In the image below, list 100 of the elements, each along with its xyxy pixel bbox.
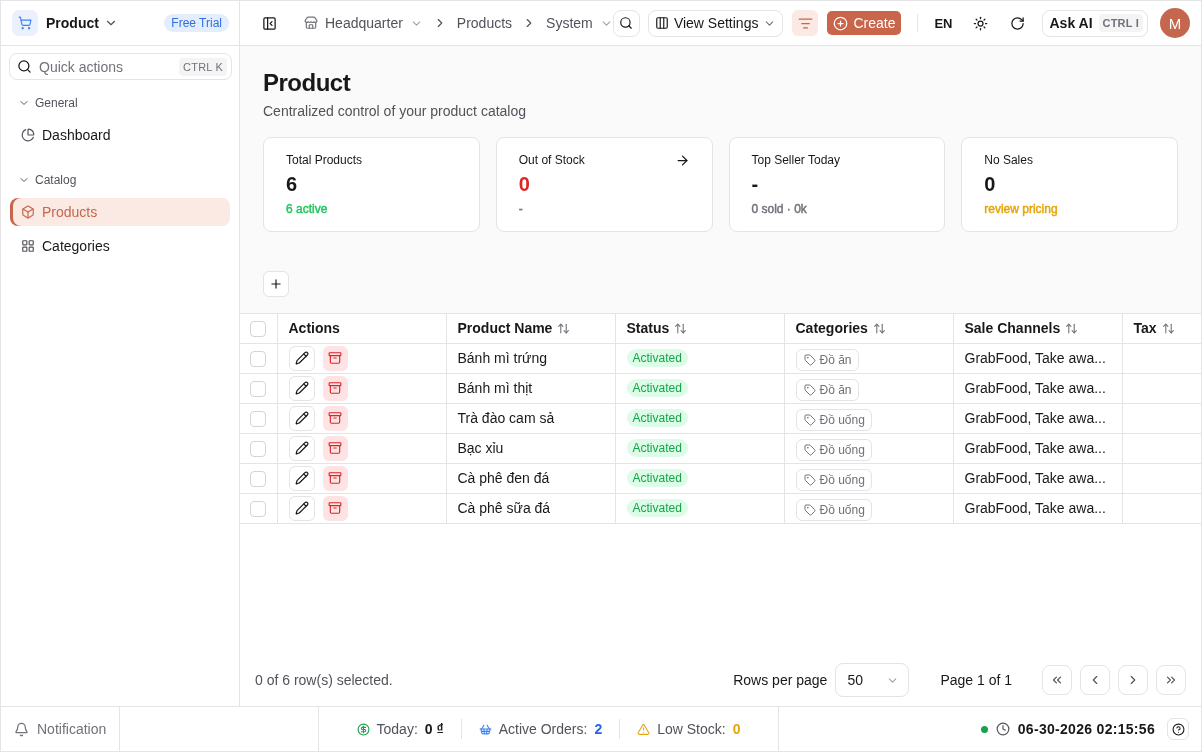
archive-button[interactable] — [322, 405, 348, 431]
stat-label: Out of Stock — [518, 152, 585, 168]
column-header[interactable]: Categories — [795, 320, 886, 337]
table-cell: Bạc xỉu — [446, 433, 615, 463]
status-value: 0 — [732, 721, 741, 737]
bell-icon — [14, 721, 29, 737]
page-info: Page 1 of 1 — [940, 672, 1012, 688]
archive-button[interactable] — [322, 375, 348, 401]
help-button[interactable] — [1167, 718, 1189, 740]
create-button[interactable]: Create — [827, 11, 902, 35]
rows-per-page-select[interactable]: 50 — [835, 663, 910, 697]
stat-note: 6 active — [286, 201, 328, 217]
shortcut-key: CTRL K — [179, 58, 227, 76]
table-cell: GrabFood, Take awa... — [953, 403, 1122, 433]
sun-icon — [973, 15, 988, 31]
column-header[interactable]: Product Name — [457, 320, 571, 337]
rows-per-page-label: Rows per page — [733, 672, 828, 688]
edit-button[interactable] — [288, 465, 315, 491]
select-all-checkbox[interactable] — [250, 321, 267, 337]
row-checkbox[interactable] — [250, 410, 267, 427]
breadcrumb-dropdown[interactable]: Headquarter — [304, 15, 423, 31]
edit-button[interactable] — [288, 345, 315, 371]
status-label: Low Stock: — [657, 721, 726, 737]
status-value: 0 ₫ — [424, 721, 444, 737]
category-label: Đồ uống — [819, 472, 865, 487]
stat-note: review pricing — [984, 201, 1058, 217]
archive-button[interactable] — [322, 345, 348, 371]
search-icon — [619, 16, 634, 30]
category-label: Đồ uống — [819, 412, 865, 427]
pencil-icon — [294, 441, 309, 455]
edit-button[interactable] — [288, 435, 315, 461]
archive-button[interactable] — [322, 435, 348, 461]
filter-button[interactable] — [792, 10, 819, 36]
category-label: Đồ ăn — [819, 352, 852, 367]
breadcrumb-link[interactable]: Products — [456, 15, 513, 31]
pie-chart-icon — [21, 128, 35, 142]
sidebar-toggle-icon — [261, 15, 277, 31]
section-header[interactable]: Catalog — [10, 168, 230, 192]
avatar[interactable]: M — [1160, 8, 1190, 38]
row-checkbox[interactable] — [250, 440, 267, 457]
shortcut-key: CTRL I — [1098, 14, 1143, 32]
view-settings-button[interactable]: View Settings — [647, 9, 784, 37]
table-cell: GrabFood, Take awa... — [953, 463, 1122, 493]
trial-badge: Free Trial — [164, 14, 229, 32]
store-icon — [304, 16, 318, 30]
stat-note: - — [518, 201, 523, 217]
column-header: Actions — [288, 320, 340, 337]
search-button[interactable] — [612, 9, 640, 37]
table-cell: GrabFood, Take awa... — [953, 493, 1122, 523]
cube-icon — [21, 205, 35, 219]
breadcrumb-dropdown[interactable]: System — [546, 15, 613, 31]
first-page-button[interactable] — [1042, 665, 1072, 695]
cart-icon — [12, 10, 38, 36]
table-cell: Trà đào cam sả — [446, 403, 615, 433]
warning-icon — [637, 722, 651, 736]
search-icon — [17, 59, 32, 74]
row-checkbox[interactable] — [250, 350, 267, 367]
status-badge: Activated — [626, 499, 688, 517]
page-title: Product — [263, 69, 352, 97]
chevrons-right-icon — [1164, 673, 1178, 687]
row-checkbox[interactable] — [250, 470, 267, 487]
nav-item[interactable]: Dashboard — [10, 121, 230, 149]
edit-button[interactable] — [288, 375, 315, 401]
app-switcher[interactable]: Product — [46, 15, 118, 31]
notification-button[interactable]: Notification — [14, 721, 107, 737]
table-cell: Bánh mì thịt — [446, 373, 615, 403]
column-header[interactable]: Sale Channels — [964, 320, 1079, 337]
last-page-button[interactable] — [1156, 665, 1186, 695]
nav-item[interactable]: Categories — [10, 232, 230, 260]
plus-icon — [269, 277, 283, 291]
basket-icon — [478, 722, 492, 736]
archive-icon — [328, 351, 342, 365]
page-subtitle: Centralized control of your product catalog — [263, 102, 528, 121]
columns-icon — [654, 16, 669, 30]
edit-button[interactable] — [288, 405, 315, 431]
row-checkbox[interactable] — [250, 380, 267, 397]
language-button[interactable]: EN — [930, 10, 957, 36]
row-checkbox[interactable] — [250, 500, 267, 517]
edit-button[interactable] — [288, 495, 315, 521]
pencil-icon — [294, 471, 309, 485]
column-header[interactable]: Status — [626, 320, 688, 337]
arrow-right-icon[interactable] — [674, 152, 690, 168]
plus-circle-icon — [833, 15, 849, 31]
clock-icon — [995, 722, 1010, 736]
pencil-icon — [294, 351, 309, 365]
status-badge: Activated — [626, 379, 688, 397]
add-button[interactable] — [263, 271, 289, 297]
dollar-coin-icon — [356, 722, 370, 736]
column-header[interactable]: Tax — [1133, 320, 1175, 337]
section-header[interactable]: General — [10, 91, 230, 115]
tag-icon — [803, 503, 816, 516]
stat-label: Total Products — [286, 152, 363, 168]
date-time: 06-30-2026 02:15:56 — [1017, 721, 1155, 737]
help-icon — [1171, 722, 1185, 736]
archive-button[interactable] — [322, 465, 348, 491]
ask-ai-button[interactable]: Ask AI CTRL I — [1042, 9, 1148, 37]
table-cell: GrabFood, Take awa... — [953, 343, 1122, 373]
chevrons-left-icon — [1050, 673, 1064, 687]
stat-label: No Sales — [984, 152, 1033, 168]
archive-button[interactable] — [322, 495, 348, 521]
